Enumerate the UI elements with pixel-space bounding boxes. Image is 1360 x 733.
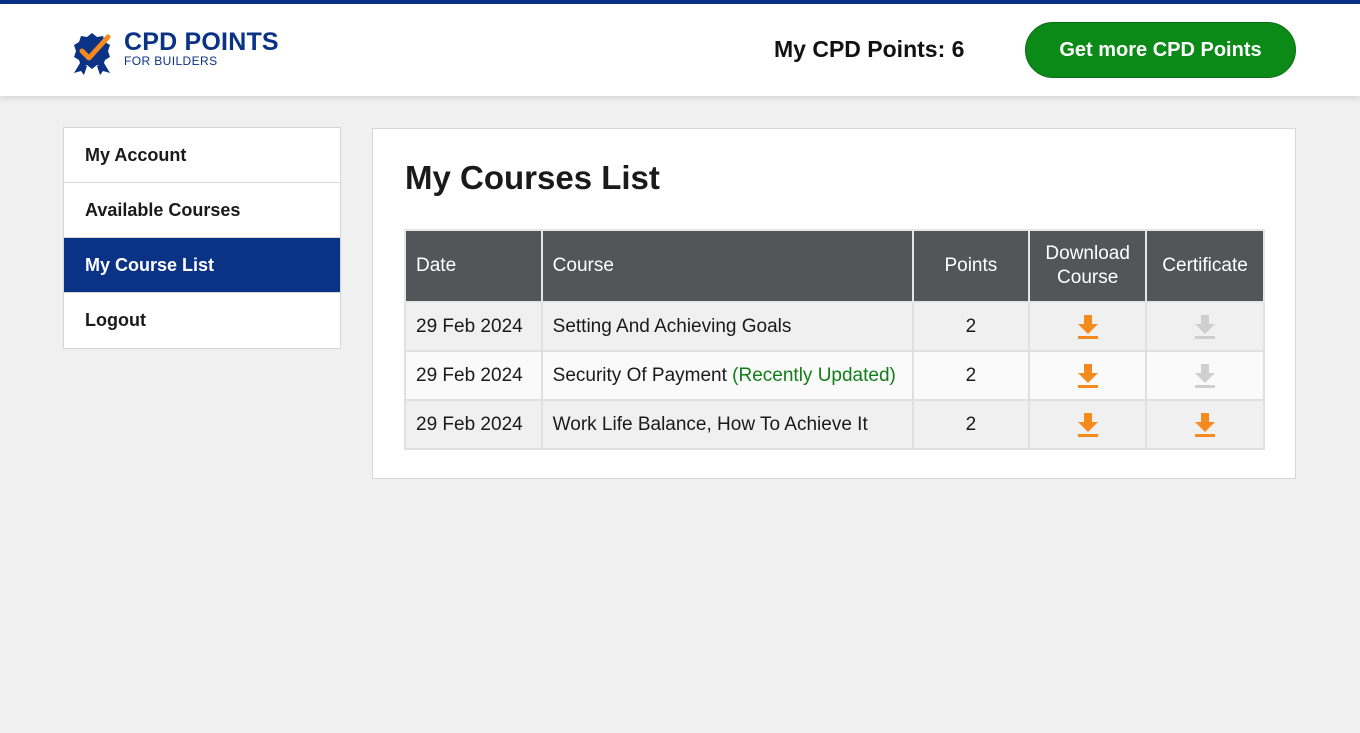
certificate-cell: [1145, 350, 1265, 401]
account-sidebar: My Account Available Courses My Course L…: [63, 127, 341, 349]
course-name: Security Of Payment (Recently Updated): [540, 350, 914, 401]
table-header-row: Date Course Points Download Course Certi…: [404, 229, 1265, 303]
table-row: 29 Feb 2024 Setting And Achieving Goals …: [404, 301, 1265, 352]
sidebar-item-logout[interactable]: Logout: [64, 293, 340, 348]
download-certificate-icon[interactable]: [1194, 412, 1216, 437]
course-title: Work Life Balance, How To Achieve It: [552, 413, 868, 435]
table-row: 29 Feb 2024 Work Life Balance, How To Ac…: [404, 399, 1265, 450]
column-header-download-course: Download Course: [1028, 229, 1148, 303]
course-points: 2: [911, 399, 1031, 450]
badge-check-icon: [74, 33, 111, 75]
site-header: CPD POINTS FOR BUILDERS My CPD Points: 6…: [0, 4, 1360, 96]
certificate-cell: [1145, 399, 1265, 450]
recently-updated-note: (Recently Updated): [732, 364, 896, 386]
course-date: 29 Feb 2024: [404, 399, 543, 450]
logo-title: CPD POINTS: [124, 28, 279, 56]
download-course-cell: [1028, 301, 1148, 352]
table-row: 29 Feb 2024 Security Of Payment (Recentl…: [404, 350, 1265, 401]
course-title: Security Of Payment: [552, 364, 727, 386]
download-icon-disabled: [1195, 363, 1216, 388]
courses-table: Date Course Points Download Course Certi…: [404, 229, 1265, 450]
course-date: 29 Feb 2024: [404, 301, 543, 352]
site-logo[interactable]: CPD POINTS FOR BUILDERS: [70, 29, 279, 75]
download-icon[interactable]: [1077, 363, 1099, 388]
course-title: Setting And Achieving Goals: [552, 315, 792, 337]
download-icon[interactable]: [1077, 412, 1099, 437]
download-icon-disabled: [1195, 314, 1216, 339]
course-points: 2: [911, 350, 1031, 401]
sidebar-item-available-courses[interactable]: Available Courses: [64, 183, 340, 238]
certificate-cell: [1145, 301, 1265, 352]
page-title: My Courses List: [405, 159, 660, 196]
download-icon[interactable]: [1077, 314, 1099, 339]
course-date: 29 Feb 2024: [404, 350, 543, 401]
cpd-points-total: My CPD Points: 6: [774, 36, 965, 62]
course-points: 2: [911, 301, 1031, 352]
sidebar-item-my-account[interactable]: My Account: [64, 128, 340, 183]
column-header-course: Course: [540, 229, 914, 303]
column-header-date: Date: [404, 229, 543, 303]
course-name: Work Life Balance, How To Achieve It: [540, 399, 914, 450]
get-more-points-button[interactable]: Get more CPD Points: [1025, 22, 1296, 78]
logo-subtitle: FOR BUILDERS: [124, 54, 218, 68]
download-course-cell: [1028, 399, 1148, 450]
column-header-certificate: Certificate: [1145, 229, 1265, 303]
sidebar-item-my-course-list[interactable]: My Course List: [64, 238, 340, 293]
download-course-cell: [1028, 350, 1148, 401]
column-header-points: Points: [911, 229, 1031, 303]
course-name: Setting And Achieving Goals: [540, 301, 914, 352]
courses-panel: My Courses List Date Course Points Downl…: [372, 128, 1296, 479]
